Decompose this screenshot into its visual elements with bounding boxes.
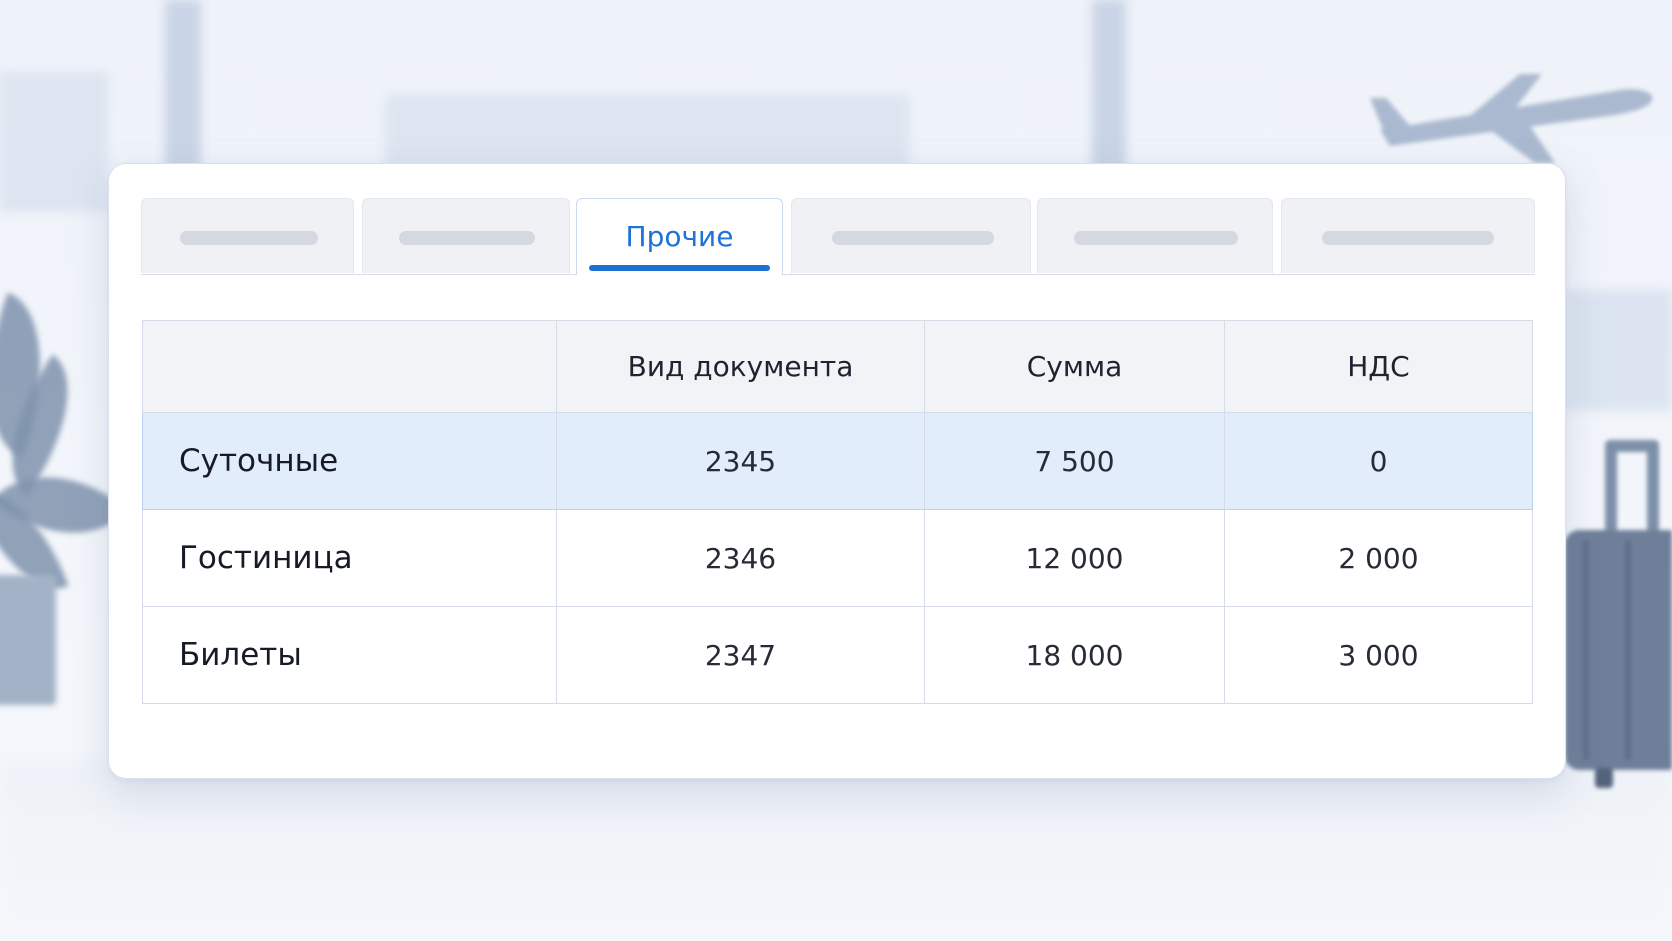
tab-label-placeholder	[1074, 231, 1238, 245]
background-building	[0, 72, 108, 212]
row-amount: 18 000	[924, 606, 1225, 704]
active-tab-indicator	[589, 265, 770, 271]
column-header-category	[142, 320, 557, 413]
tab-label-placeholder	[832, 231, 994, 245]
row-doc-type: 2345	[556, 412, 925, 510]
tab-5[interactable]	[1037, 198, 1273, 273]
row-category-label: Билеты	[142, 606, 557, 704]
table-row[interactable]: Суточные 2345 7 500 0	[142, 412, 1533, 510]
tab-label-placeholder	[180, 231, 318, 245]
row-doc-type: 2346	[556, 509, 925, 607]
column-header-doc-type: Вид документа	[556, 320, 925, 413]
suitcase-icon	[1565, 440, 1672, 788]
tab-other-label: Прочие	[625, 220, 734, 253]
row-category-label: Суточные	[142, 412, 557, 510]
tab-other[interactable]: Прочие	[576, 198, 783, 275]
tab-label-placeholder	[1322, 231, 1494, 245]
tab-6[interactable]	[1281, 198, 1535, 273]
table-row[interactable]: Гостиница 2346 12 000 2 000	[142, 509, 1533, 607]
tab-2[interactable]	[362, 198, 570, 273]
row-amount: 12 000	[924, 509, 1225, 607]
tab-4[interactable]	[791, 198, 1031, 273]
background-floor	[0, 760, 1672, 941]
tab-label-placeholder	[399, 231, 535, 245]
row-vat: 2 000	[1224, 509, 1533, 607]
airplane-icon	[1370, 74, 1653, 163]
background-counter	[1565, 290, 1672, 410]
row-vat: 0	[1224, 412, 1533, 510]
row-doc-type: 2347	[556, 606, 925, 704]
table-row[interactable]: Билеты 2347 18 000 3 000	[142, 606, 1533, 704]
column-header-amount: Сумма	[924, 320, 1225, 413]
column-header-vat: НДС	[1224, 320, 1533, 413]
row-category-label: Гостиница	[142, 509, 557, 607]
expenses-card: Прочие Вид документа Сумма НДС Суточные …	[108, 163, 1566, 779]
expenses-table: Вид документа Сумма НДС Суточные 2345 7 …	[142, 320, 1533, 704]
tab-bar: Прочие	[141, 198, 1535, 275]
row-amount: 7 500	[924, 412, 1225, 510]
tab-1[interactable]	[141, 198, 354, 273]
row-vat: 3 000	[1224, 606, 1533, 704]
table-header-row: Вид документа Сумма НДС	[142, 320, 1533, 413]
